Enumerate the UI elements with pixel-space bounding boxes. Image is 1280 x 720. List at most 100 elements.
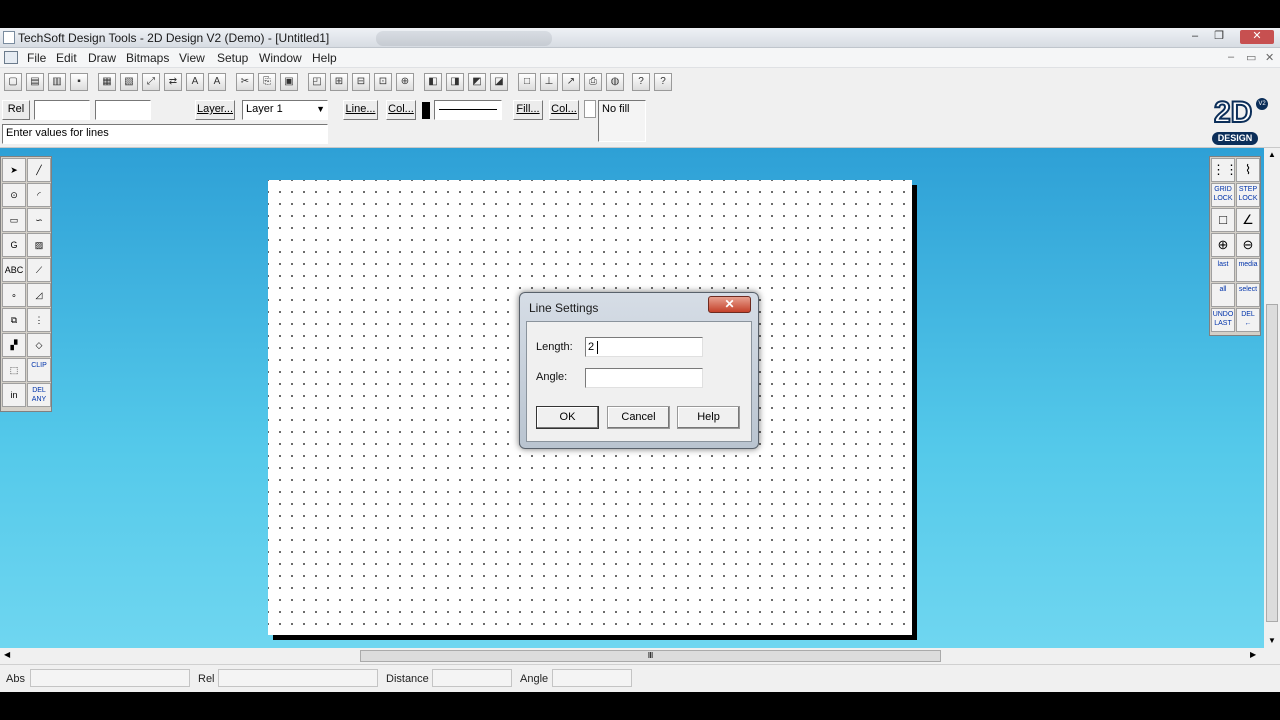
menu-draw[interactable]: Draw <box>88 51 116 65</box>
frame-icon[interactable]: □ <box>518 73 536 91</box>
copy-icon[interactable]: ⎘ <box>258 73 276 91</box>
context-help-icon[interactable]: ? <box>632 73 650 91</box>
open-folder-icon[interactable]: ▥ <box>48 73 66 91</box>
angle-input[interactable] <box>585 368 703 388</box>
document-icon[interactable] <box>4 51 18 64</box>
group-icon[interactable]: ⊞ <box>330 73 348 91</box>
node-tool-icon[interactable]: ▞ <box>2 333 26 357</box>
zoom-out-icon[interactable]: ⊖ <box>1236 233 1260 257</box>
distribute-icon[interactable]: ⊕ <box>396 73 414 91</box>
menu-file[interactable]: File <box>27 51 46 65</box>
scroll-left-icon[interactable]: ◀ <box>4 650 10 659</box>
dimension-tool-icon[interactable]: ⟋ <box>27 258 51 282</box>
box-tool-icon[interactable]: ⬚ <box>2 358 26 382</box>
horizontal-scrollbar[interactable]: ◀ Ⅲ ▶ <box>0 648 1264 664</box>
mdi-close-button[interactable]: ✕ <box>1265 51 1274 64</box>
y-coordinate-field[interactable] <box>95 100 151 120</box>
cancel-button[interactable]: Cancel <box>607 406 670 429</box>
zoom-in-icon[interactable]: ⊕ <box>1211 233 1235 257</box>
trim-tool-icon[interactable]: ◿ <box>27 283 51 307</box>
arc-tool-icon[interactable]: ◜ <box>27 183 51 207</box>
grid-lock-icon[interactable]: GRID LOCK <box>1211 183 1235 207</box>
length-input[interactable]: 2 <box>585 337 703 357</box>
open-icon[interactable]: ▤ <box>26 73 44 91</box>
rotate-icon[interactable]: ⤢ <box>142 73 160 91</box>
line-button[interactable]: Line... <box>343 100 378 120</box>
help-button[interactable]: Help <box>677 406 740 429</box>
array-tool-icon[interactable]: ⋮ <box>27 308 51 332</box>
rel-toggle-button[interactable]: Rel <box>2 100 30 120</box>
delete-in-tool-icon[interactable]: in <box>2 383 26 407</box>
vertical-scroll-thumb[interactable] <box>1266 304 1278 622</box>
step-lock-icon[interactable]: STEP LOCK <box>1236 183 1260 207</box>
points-tool-icon[interactable]: ∘ <box>2 283 26 307</box>
rectangle-tool-icon[interactable]: ▭ <box>2 208 26 232</box>
cut-icon[interactable]: ✂ <box>236 73 254 91</box>
print-icon[interactable]: ▦ <box>98 73 116 91</box>
text-style-icon[interactable]: A <box>208 73 226 91</box>
zoom-last-icon[interactable]: last <box>1211 258 1235 282</box>
help-icon[interactable]: ? <box>654 73 672 91</box>
scale-tool-icon[interactable]: ⧉ <box>2 308 26 332</box>
menu-bitmaps[interactable]: Bitmaps <box>126 51 169 65</box>
menu-edit[interactable]: Edit <box>56 51 77 65</box>
save-icon[interactable]: ▪ <box>70 73 88 91</box>
fill-style-box[interactable]: No fill <box>598 100 646 142</box>
eraser-tool-icon[interactable]: ◇ <box>27 333 51 357</box>
fill-icon[interactable]: ◪ <box>490 73 508 91</box>
layer-button[interactable]: Layer... <box>195 100 235 120</box>
spiral-tool-icon[interactable]: G <box>2 233 26 257</box>
delete-last-icon[interactable]: DEL ← <box>1236 308 1260 332</box>
dialog-close-button[interactable]: ✕ <box>708 296 751 313</box>
scroll-down-icon[interactable]: ▼ <box>1268 636 1276 645</box>
zoom-media-icon[interactable]: media <box>1236 258 1260 282</box>
line-tool-icon[interactable]: ╱ <box>27 158 51 182</box>
fill-button[interactable]: Fill... <box>513 100 543 120</box>
mirror-icon[interactable]: ⇄ <box>164 73 182 91</box>
text-tool-icon[interactable]: A <box>186 73 204 91</box>
clip-tool-icon[interactable]: CLIP <box>27 358 51 382</box>
zoom-select-icon[interactable]: select <box>1236 283 1260 307</box>
fill-colour-button[interactable]: Col... <box>549 100 579 120</box>
horizontal-scroll-thumb[interactable]: Ⅲ <box>360 650 941 662</box>
scroll-right-icon[interactable]: ▶ <box>1250 650 1256 659</box>
circle-tool-icon[interactable]: ⊙ <box>2 183 26 207</box>
angle-icon[interactable]: ∠ <box>1236 208 1260 232</box>
select-icon[interactable]: ◰ <box>308 73 326 91</box>
undo-last-icon[interactable]: UNDO LAST <box>1211 308 1235 332</box>
menu-view[interactable]: View <box>179 51 205 65</box>
mdi-restore-button[interactable]: ▭ <box>1246 51 1256 64</box>
scroll-up-icon[interactable]: ▲ <box>1268 150 1276 159</box>
print-preview-icon[interactable]: ▧ <box>120 73 138 91</box>
bring-front-icon[interactable]: ◧ <box>424 73 442 91</box>
delete-any-tool-icon[interactable]: DEL ANY <box>27 383 51 407</box>
dimension-icon[interactable]: ⊥ <box>540 73 558 91</box>
layer-select[interactable]: Layer 1 ▼ <box>242 100 328 120</box>
menu-help[interactable]: Help <box>312 51 337 65</box>
vertical-scrollbar[interactable]: ▲ ▼ <box>1264 148 1280 648</box>
snap-icon[interactable]: ⌇ <box>1236 158 1260 182</box>
ortho-icon[interactable]: □ <box>1211 208 1235 232</box>
pointer-tool-icon[interactable]: ➤ <box>2 158 26 182</box>
grid-icon[interactable]: ⋮⋮ <box>1211 158 1235 182</box>
x-coordinate-field[interactable] <box>34 100 90 120</box>
line-colour-button[interactable]: Col... <box>386 100 416 120</box>
web-icon[interactable]: ◍ <box>606 73 624 91</box>
minimize-button[interactable]: – <box>1186 30 1204 44</box>
hatch-tool-icon[interactable]: ▨ <box>27 233 51 257</box>
new-icon[interactable]: ▢ <box>4 73 22 91</box>
menu-window[interactable]: Window <box>259 51 302 65</box>
zoom-all-icon[interactable]: all <box>1211 283 1235 307</box>
ok-button[interactable]: OK <box>536 406 599 429</box>
measure-icon[interactable]: ↗ <box>562 73 580 91</box>
line-style-select[interactable] <box>434 100 502 120</box>
text-tool-icon[interactable]: ABC <box>2 258 26 282</box>
align-icon[interactable]: ⊡ <box>374 73 392 91</box>
output-icon[interactable]: ⎙ <box>584 73 602 91</box>
mdi-minimize-button[interactable]: – <box>1228 51 1234 63</box>
restore-button[interactable]: ❐ <box>1210 30 1228 44</box>
send-back-icon[interactable]: ◨ <box>446 73 464 91</box>
curve-tool-icon[interactable]: ∽ <box>27 208 51 232</box>
hatch-icon[interactable]: ◩ <box>468 73 486 91</box>
close-button[interactable]: ✕ <box>1240 30 1274 44</box>
